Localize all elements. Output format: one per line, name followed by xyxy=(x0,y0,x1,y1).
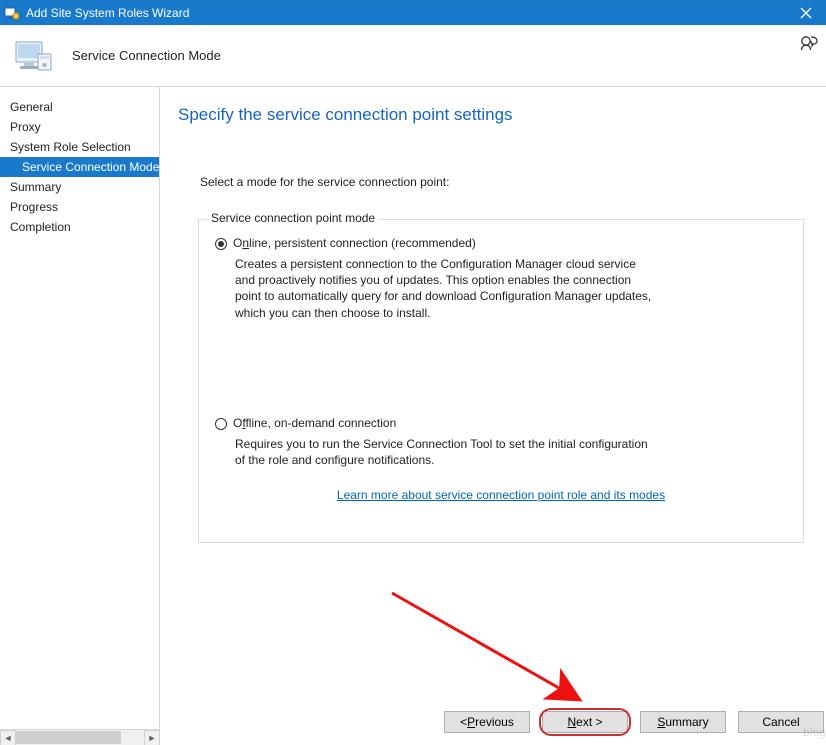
wizard-footer: < Previous Next > Summary Cancel xyxy=(444,711,824,733)
scroll-right-icon[interactable]: ► xyxy=(144,730,160,745)
groupbox-legend: Service connection point mode xyxy=(207,211,379,225)
wizard-window: Add Site System Roles Wizard Service Con… xyxy=(0,0,826,745)
page-prompt: Select a mode for the service connection… xyxy=(200,175,804,189)
previous-button[interactable]: < Previous xyxy=(444,711,530,733)
feedback-icon[interactable] xyxy=(798,33,818,56)
radio-online-desc: Creates a persistent connection to the C… xyxy=(235,256,655,321)
radio-icon xyxy=(215,238,227,250)
wizard-header: Service Connection Mode xyxy=(0,25,826,87)
next-button[interactable]: Next > xyxy=(542,711,628,733)
wizard-body: GeneralProxySystem Role SelectionService… xyxy=(0,87,826,745)
app-icon xyxy=(4,5,20,21)
option-online: Online, persistent connection (recommend… xyxy=(213,236,789,321)
nav-step-3[interactable]: Service Connection Mode xyxy=(0,157,159,177)
radio-offline[interactable]: Offline, on-demand connection xyxy=(213,416,789,430)
nav-step-1[interactable]: Proxy xyxy=(0,117,159,137)
wizard-page: Specify the service connection point set… xyxy=(160,87,826,745)
summary-button[interactable]: Summary xyxy=(640,711,726,733)
nav-step-4[interactable]: Summary xyxy=(0,177,159,197)
scroll-left-icon[interactable]: ◄ xyxy=(0,730,16,745)
radio-online-label: Online, persistent connection (recommend… xyxy=(233,236,476,250)
scroll-track[interactable] xyxy=(16,730,144,745)
window-title: Add Site System Roles Wizard xyxy=(26,6,786,20)
title-bar: Add Site System Roles Wizard xyxy=(0,0,826,25)
radio-icon xyxy=(215,418,227,430)
radio-offline-label: Offline, on-demand connection xyxy=(233,416,396,430)
page-subtitle: Service Connection Mode xyxy=(72,48,221,63)
learn-more-link[interactable]: Learn more about service connection poin… xyxy=(213,488,789,502)
nav-step-5[interactable]: Progress xyxy=(0,197,159,217)
watermark: blog xyxy=(803,727,826,739)
mode-groupbox: Service connection point mode Online, pe… xyxy=(198,219,804,543)
nav-step-2[interactable]: System Role Selection xyxy=(0,137,159,157)
nav-step-0[interactable]: General xyxy=(0,97,159,117)
wizard-nav: GeneralProxySystem Role SelectionService… xyxy=(0,87,160,745)
radio-offline-desc: Requires you to run the Service Connecti… xyxy=(235,436,655,468)
nav-step-6[interactable]: Completion xyxy=(0,217,159,237)
option-offline: Offline, on-demand connection Requires y… xyxy=(213,416,789,468)
close-icon[interactable] xyxy=(786,0,826,25)
computer-icon xyxy=(14,36,54,76)
page-title: Specify the service connection point set… xyxy=(178,105,804,125)
sidebar-scrollbar[interactable]: ◄ ► xyxy=(0,729,160,745)
radio-online[interactable]: Online, persistent connection (recommend… xyxy=(213,236,789,250)
scroll-thumb[interactable] xyxy=(16,731,121,744)
